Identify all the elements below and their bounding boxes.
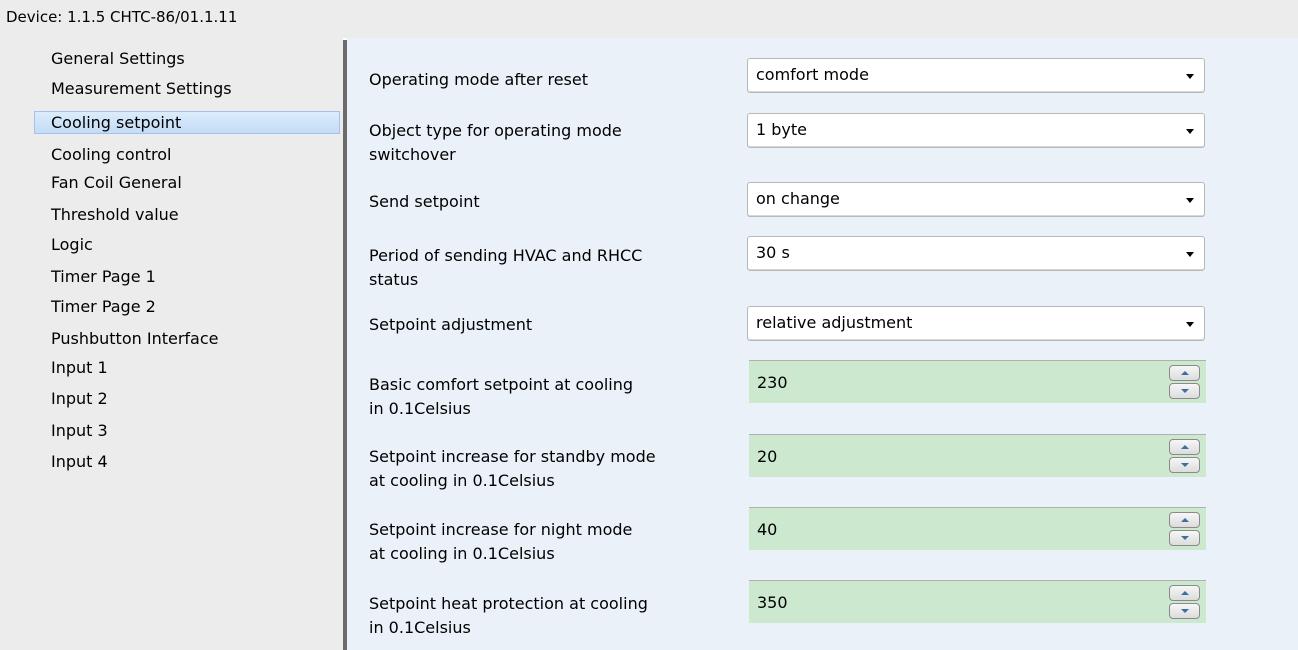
standby-increase-label: Setpoint increase for standby mode at co… [369,447,656,490]
arrow-down-icon [1181,609,1189,613]
night-increase-spinbox[interactable]: 40 [749,507,1206,550]
nav-item-pushbutton-interface[interactable]: Pushbutton Interface [34,327,340,357]
chevron-down-icon [1186,322,1194,327]
arrow-up-icon [1181,445,1189,449]
increment-button[interactable] [1169,439,1200,455]
basic-comfort-spinbox[interactable]: 230 [749,360,1206,403]
nav-item-input-3[interactable]: Input 3 [34,419,340,449]
nav-item-input-2[interactable]: Input 2 [34,387,340,417]
nav-item-input-1[interactable]: Input 1 [34,356,340,386]
heat-protection-spinbox[interactable]: 350 [749,580,1206,623]
nav-item-input-4[interactable]: Input 4 [34,450,340,480]
send-setpoint-label: Send setpoint [369,192,480,211]
send-setpoint-value: on change [756,189,840,208]
operating-mode-value: comfort mode [756,65,869,84]
increment-button[interactable] [1169,365,1200,381]
increment-button[interactable] [1169,585,1200,601]
arrow-up-icon [1181,518,1189,522]
decrement-button[interactable] [1169,457,1200,473]
nav-item-timer-page-2[interactable]: Timer Page 2 [34,295,340,325]
heat-protection-value: 350 [757,593,788,612]
arrow-down-icon [1181,536,1189,540]
standby-increase-value: 20 [757,447,778,466]
increment-button[interactable] [1169,512,1200,528]
device-title-bar: Device: 1.1.5 CHTC-86/01.1.11 [0,0,1298,38]
setpoint-adjustment-dropdown[interactable]: relative adjustment [747,306,1205,341]
chevron-down-icon [1186,74,1194,79]
basic-comfort-label: Basic comfort setpoint at cooling in 0.1… [369,375,634,418]
arrow-up-icon [1181,371,1189,375]
nav-item-timer-page-1[interactable]: Timer Page 1 [34,265,340,295]
nav-item-general-settings[interactable]: General Settings [34,47,340,77]
object-type-dropdown[interactable]: 1 byte [747,113,1205,148]
night-increase-label: Setpoint increase for night mode at cool… [369,520,633,563]
decrement-button[interactable] [1169,530,1200,546]
arrow-down-icon [1181,463,1189,467]
basic-comfort-value: 230 [757,373,788,392]
nav-item-threshold-value[interactable]: Threshold value [34,203,340,233]
object-type-value: 1 byte [756,120,808,139]
send-setpoint-dropdown[interactable]: on change [747,182,1205,217]
decrement-button[interactable] [1169,603,1200,619]
night-increase-value: 40 [757,520,778,539]
nav-item-cooling-control[interactable]: Cooling control [34,143,340,173]
period-sending-value: 30 s [756,243,790,262]
heat-protection-label: Setpoint heat protection at cooling in 0… [369,594,648,637]
setpoint-adjustment-label: Setpoint adjustment [369,315,533,334]
nav-item-cooling-setpoint[interactable]: Cooling setpoint [34,111,340,134]
operating-mode-label: Operating mode after reset [369,70,588,89]
arrow-down-icon [1181,389,1189,393]
period-sending-label: Period of sending HVAC and RHCC status [369,246,643,289]
standby-increase-spinbox[interactable]: 20 [749,434,1206,477]
setpoint-adjustment-value: relative adjustment [756,313,913,332]
chevron-down-icon [1186,252,1194,257]
device-title: Device: 1.1.5 CHTC-86/01.1.11 [6,8,238,26]
nav-item-measurement-settings[interactable]: Measurement Settings [34,77,340,107]
period-sending-dropdown[interactable]: 30 s [747,236,1205,271]
object-type-label: Object type for operating mode switchove… [369,121,622,164]
operating-mode-dropdown[interactable]: comfort mode [747,58,1205,93]
chevron-down-icon [1186,198,1194,203]
nav-item-logic[interactable]: Logic [34,233,340,263]
nav-item-fan-coil-general[interactable]: Fan Coil General [34,171,340,201]
decrement-button[interactable] [1169,383,1200,399]
chevron-down-icon [1186,129,1194,134]
arrow-up-icon [1181,591,1189,595]
